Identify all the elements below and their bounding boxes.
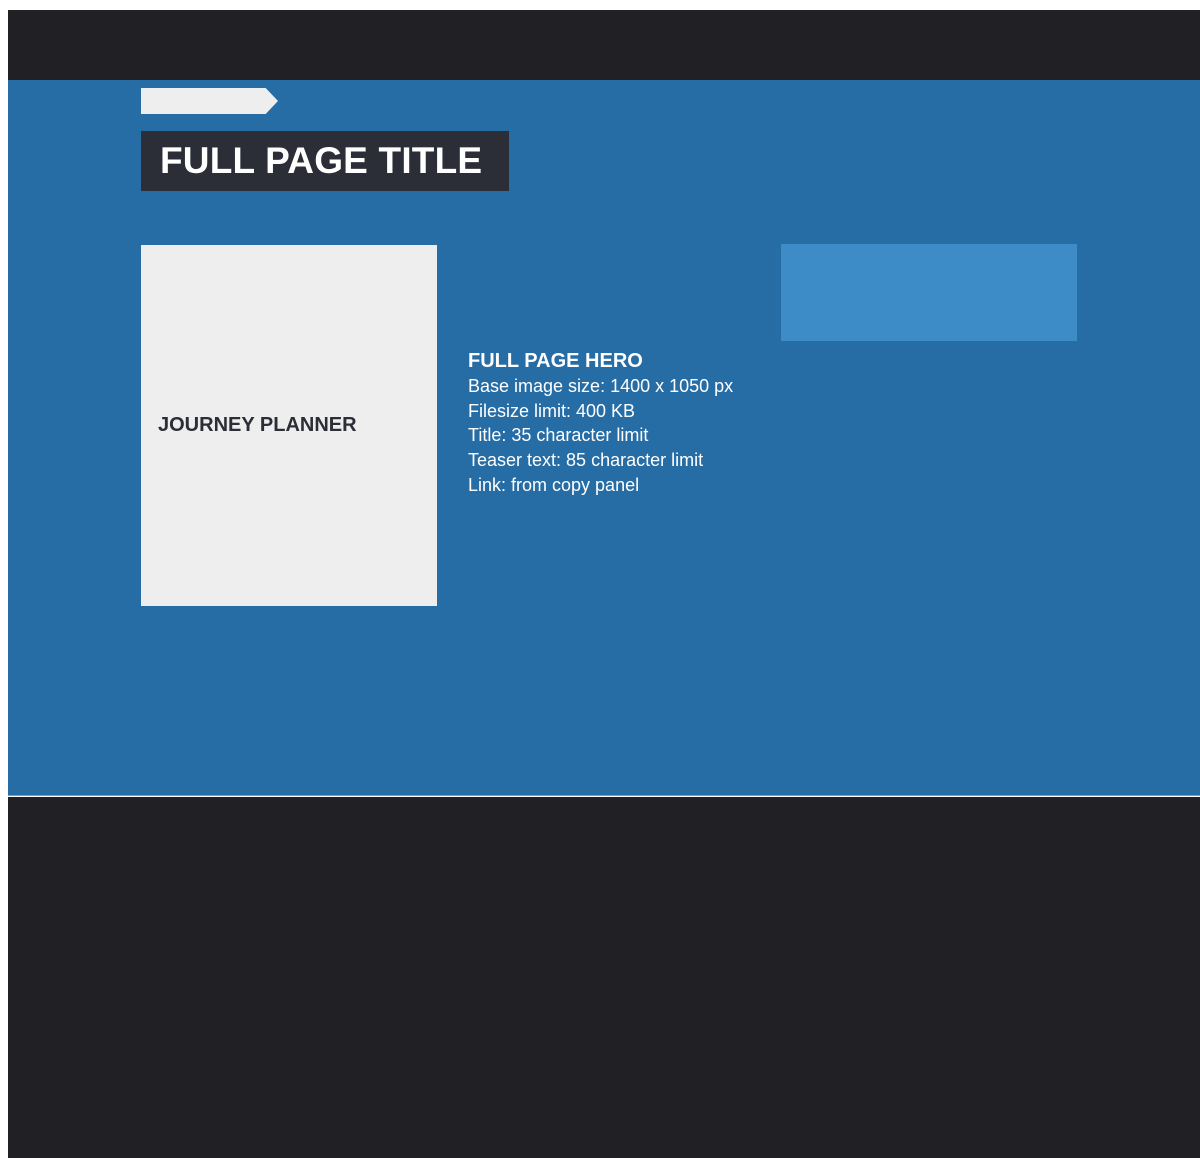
page-title: FULL PAGE TITLE bbox=[160, 140, 483, 181]
footer-area bbox=[8, 797, 1200, 1158]
journey-planner-card[interactable]: JOURNEY PLANNER bbox=[141, 245, 437, 606]
hero-spec-text: FULL PAGE HERO Base image size: 1400 x 1… bbox=[468, 348, 828, 498]
spec-line-teaser-limit: Teaser text: 85 character limit bbox=[468, 450, 704, 471]
full-page-hero: FULL PAGE TITLE JOURNEY PLANNER FULL PAG… bbox=[8, 80, 1200, 796]
top-header-bar bbox=[8, 10, 1200, 80]
hero-spec-heading: FULL PAGE HERO bbox=[468, 350, 643, 372]
spec-line-image-size: Base image size: 1400 x 1050 px bbox=[468, 376, 734, 396]
spec-line-link: Link: from copy panel bbox=[468, 474, 640, 495]
journey-planner-label: JOURNEY PLANNER bbox=[158, 414, 357, 436]
spec-line-filesize: Filesize limit: 400 KB bbox=[468, 400, 636, 421]
copy-panel-placeholder[interactable] bbox=[781, 244, 1077, 341]
page-title-box: FULL PAGE TITLE bbox=[141, 131, 509, 191]
page: FULL PAGE TITLE JOURNEY PLANNER FULL PAG… bbox=[0, 0, 1200, 1158]
breadcrumb-tag[interactable] bbox=[141, 88, 278, 114]
spec-line-title-limit: Title: 35 character limit bbox=[468, 425, 649, 446]
